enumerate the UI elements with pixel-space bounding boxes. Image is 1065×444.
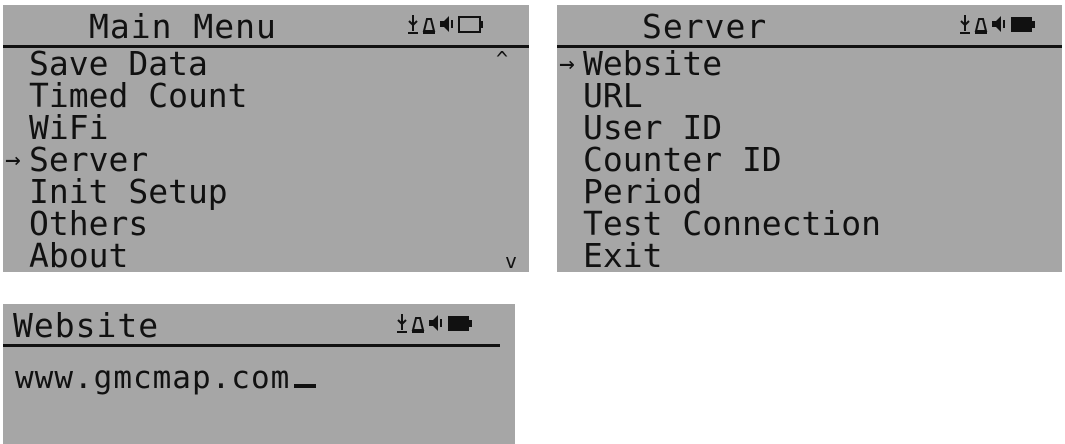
battery-icon <box>458 15 484 35</box>
website-title: Website <box>13 306 160 345</box>
website-screen: Website www.gmcmap.com <box>3 304 515 444</box>
alarm-icon <box>974 13 988 35</box>
speaker-icon <box>438 13 456 35</box>
server-screen: Server → Website URL User ID Counter ID Perio… <box>557 5 1062 272</box>
server-header: Server <box>557 5 1062 48</box>
usb-icon <box>395 312 409 334</box>
main-menu-screen: Main Menu ^ Save Data Timed Count WiFi → Ser… <box>3 5 529 272</box>
website-input[interactable]: www.gmcmap.com <box>15 360 317 396</box>
website-value: www.gmcmap.com <box>15 360 291 396</box>
main-menu-header: Main Menu <box>3 5 529 48</box>
status-bar <box>395 310 473 334</box>
status-bar <box>406 11 484 35</box>
server-menu-item-label: Exit <box>583 236 663 272</box>
server-title: Server <box>642 7 768 46</box>
selection-arrow-icon: → <box>5 145 21 175</box>
website-header: Website <box>3 304 500 347</box>
battery-icon <box>1010 15 1036 35</box>
usb-icon <box>958 13 972 35</box>
usb-icon <box>406 13 420 35</box>
speaker-icon <box>427 312 445 334</box>
battery-icon <box>447 314 473 334</box>
text-cursor <box>294 384 317 388</box>
alarm-icon <box>422 13 436 35</box>
main-menu-list: Save Data Timed Count WiFi → Server Init Setu… <box>3 47 248 272</box>
selection-arrow-icon: → <box>559 49 575 79</box>
alarm-icon <box>411 312 425 334</box>
speaker-icon <box>990 13 1008 35</box>
server-menu-list: → Website URL User ID Counter ID Period Test C… <box>557 47 881 272</box>
main-menu-title: Main Menu <box>89 7 277 46</box>
main-menu-item[interactable]: About <box>3 239 248 272</box>
scroll-down-indicator: v <box>505 249 518 272</box>
scroll-up-indicator: ^ <box>496 47 509 71</box>
status-bar <box>958 11 1036 35</box>
main-menu-item-label: About <box>29 236 129 272</box>
server-menu-item[interactable]: Exit <box>557 239 881 272</box>
